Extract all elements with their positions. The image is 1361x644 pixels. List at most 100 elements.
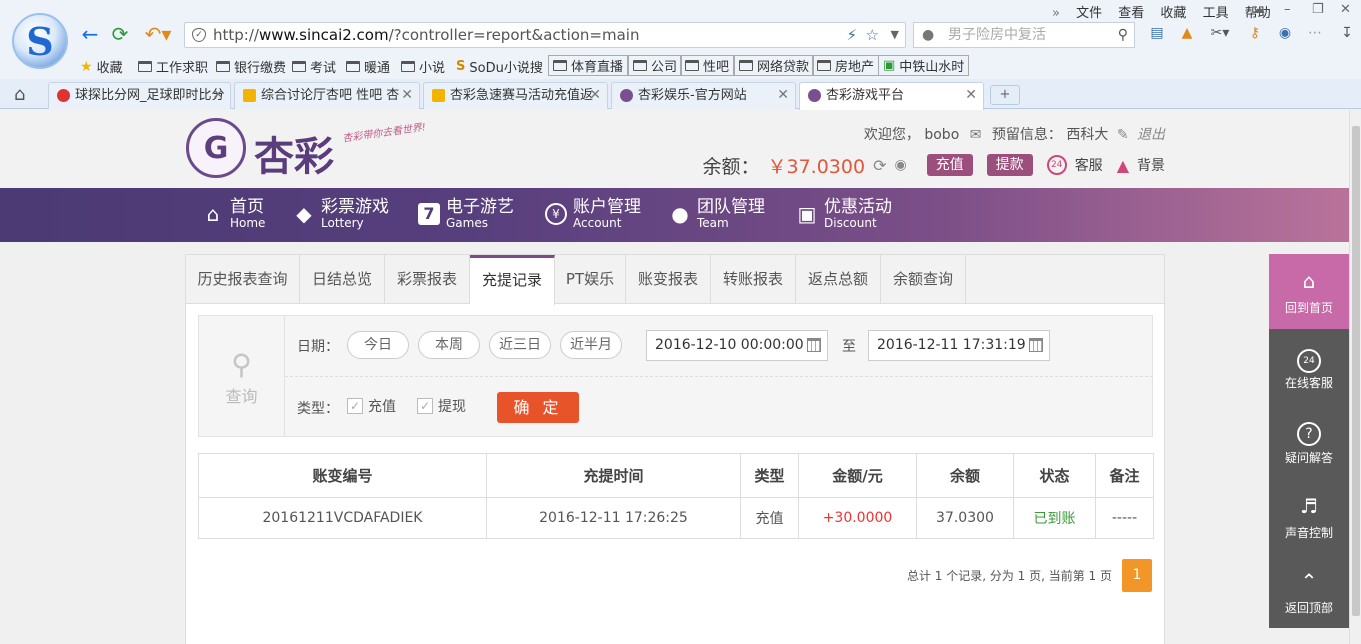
camera-icon[interactable]: ◉ — [1276, 25, 1294, 43]
undo-icon[interactable]: ↶▾ — [140, 22, 176, 46]
checkbox-icon[interactable]: ✓ — [347, 398, 363, 414]
sidebar-home[interactable]: ⌂ 回到首页 — [1269, 254, 1349, 329]
service-icon[interactable]: 24 — [1046, 155, 1067, 175]
address-bar[interactable]: ✓ http://www.sincai2.com/?controller=rep… — [184, 22, 906, 48]
page-scrollbar[interactable] — [1349, 110, 1361, 644]
start-date-input[interactable]: 2016-12-10 00:00:00 — [646, 330, 828, 361]
shirt-icon[interactable]: ▲ — [1117, 156, 1129, 175]
skin-icon[interactable]: ☁ — [1252, 2, 1265, 17]
withdraw-button[interactable]: 提款 — [986, 154, 1033, 176]
sidebar-sound[interactable]: ♬ 声音控制 — [1269, 479, 1349, 554]
tab-item[interactable]: 杏彩娱乐-官方网站 ✕ — [611, 82, 796, 109]
edit-icon[interactable]: ✎ — [1117, 127, 1129, 143]
search-input[interactable]: ● 男子险房中复活 ⚲ — [913, 22, 1135, 48]
bookmark-folder[interactable]: 公司 — [628, 55, 683, 76]
menu-tools[interactable]: 工具 — [1203, 6, 1229, 21]
tab-balance-query[interactable]: 余额查询 — [881, 255, 966, 304]
calendar-icon[interactable] — [807, 338, 821, 352]
quick-halfmonth-button[interactable]: 近半月 — [560, 331, 622, 359]
tab-balance-change[interactable]: 账变报表 — [626, 255, 711, 304]
bookmark-folder[interactable]: 性吧 — [680, 55, 735, 76]
tab-item-active[interactable]: 杏彩游戏平台 ✕ — [799, 82, 984, 110]
mail-icon[interactable]: ✉ — [970, 127, 982, 143]
tab-lottery-report[interactable]: 彩票报表 — [385, 255, 470, 304]
key-icon[interactable]: ⚷ — [1246, 25, 1264, 43]
bookmark-folder[interactable]: 考试 — [292, 57, 336, 76]
checkbox-icon[interactable]: ✓ — [417, 398, 433, 414]
deposit-button[interactable]: 充值 — [926, 154, 973, 176]
sidebar-top[interactable]: ⌃ 返回顶部 — [1269, 554, 1349, 629]
quick-3days-button[interactable]: 近三日 — [489, 331, 551, 359]
menu-view[interactable]: 查看 — [1118, 6, 1144, 21]
tab-item[interactable]: 球探比分网_足球即时比分 ✕ — [48, 82, 231, 109]
nav-games[interactable]: 7 电子游艺 Games — [418, 198, 514, 230]
close-window-icon[interactable]: ✕ — [1340, 2, 1351, 17]
nav-home[interactable]: ⌂ 首页 Home — [202, 198, 266, 230]
bookmark-folder[interactable]: 暖通 — [346, 57, 390, 76]
tab-daily-overview[interactable]: 日结总览 — [300, 255, 385, 304]
scissors-icon[interactable]: ✂▾ — [1206, 25, 1234, 43]
bookmark-folder[interactable]: 体育直播 — [548, 55, 629, 76]
tab-history-report[interactable]: 历史报表查询 — [186, 255, 300, 304]
bookmark-zhongtie[interactable]: ▣ 中铁山水时 — [878, 55, 970, 76]
quick-week-button[interactable]: 本周 — [418, 331, 480, 359]
browser-logo-icon[interactable]: S — [12, 13, 68, 69]
bookmark-sodu[interactable]: S SoDu小说搜 — [456, 57, 543, 76]
bookmark-folder[interactable]: 小说 — [401, 57, 445, 76]
reader-icon[interactable]: ▤ — [1148, 25, 1166, 43]
tab-close-icon[interactable]: ✕ — [589, 83, 601, 108]
tab-transfer-report[interactable]: 转账报表 — [711, 255, 796, 304]
search-icon[interactable]: ⚲ — [1118, 23, 1128, 47]
more-tools-icon[interactable]: ⋯ — [1306, 25, 1324, 43]
logout-link[interactable]: 退出 — [1137, 127, 1165, 143]
confirm-button[interactable]: 确 定 — [497, 392, 579, 423]
brand-logo-icon[interactable]: G — [186, 118, 246, 178]
type-deposit-checkbox[interactable]: ✓ 充值 — [347, 396, 396, 416]
scrollbar-thumb[interactable] — [1352, 126, 1360, 616]
new-tab-icon[interactable]: + — [990, 85, 1020, 105]
lightning-icon[interactable]: ⚡ — [846, 23, 857, 47]
bookmark-folder[interactable]: 房地产 — [812, 55, 880, 76]
tab-item[interactable]: 综合讨论厅杏吧 性吧 杏 ✕ — [234, 82, 420, 109]
bookmark-favorites[interactable]: ★ 收藏 — [80, 57, 123, 77]
star-icon[interactable]: ☆ — [866, 23, 879, 47]
download-icon[interactable]: ↧ — [1338, 25, 1356, 43]
type-withdraw-checkbox[interactable]: ✓ 提现 — [417, 396, 466, 416]
bookmark-tool-icon[interactable]: ▲ — [1178, 25, 1196, 43]
calendar-icon[interactable] — [1029, 338, 1043, 352]
restore-icon[interactable]: ❐ — [1312, 2, 1324, 17]
minimize-icon[interactable]: – — [1284, 2, 1291, 17]
menu-file[interactable]: 文件 — [1076, 6, 1102, 21]
tab-close-icon[interactable]: ✕ — [401, 83, 413, 108]
menu-favorites[interactable]: 收藏 — [1160, 6, 1186, 21]
background-link[interactable]: 背景 — [1137, 155, 1165, 175]
nav-account[interactable]: ¥ 账户管理 Account — [545, 198, 641, 230]
dropdown-arrow-icon[interactable]: ▼ — [891, 23, 899, 47]
refresh-icon[interactable]: ⟳ — [108, 22, 132, 46]
tab-close-icon[interactable]: ✕ — [777, 83, 789, 108]
tab-deposit-withdraw[interactable]: 充提记录 — [470, 255, 555, 305]
bookmark-folder[interactable]: 银行缴费 — [216, 57, 286, 76]
tab-close-icon[interactable]: ✕ — [212, 83, 224, 108]
nav-discount[interactable]: ▣ 优惠活动 Discount — [796, 198, 892, 230]
sidebar-faq[interactable]: ? 疑问解答 — [1269, 404, 1349, 479]
tab-pt[interactable]: PT娱乐 — [555, 255, 626, 304]
sidebar-service[interactable]: 24 在线客服 — [1269, 329, 1349, 404]
nav-lottery[interactable]: ◆ 彩票游戏 Lottery — [293, 198, 389, 230]
tab-rebate-total[interactable]: 返点总额 — [796, 255, 881, 304]
bookmark-folder[interactable]: 网络贷款 — [734, 55, 815, 76]
tab-close-icon[interactable]: ✕ — [965, 83, 977, 108]
back-arrow-icon[interactable]: ← — [78, 22, 102, 46]
nav-team[interactable]: ● 团队管理 Team — [669, 198, 765, 230]
quick-today-button[interactable]: 今日 — [347, 331, 409, 359]
end-date-input[interactable]: 2016-12-11 17:31:19 — [868, 330, 1050, 361]
service-link[interactable]: 客服 — [1075, 155, 1103, 175]
home-icon[interactable]: ⌂ — [14, 84, 25, 105]
bookmark-folder[interactable]: 工作求职 — [138, 57, 208, 76]
refresh-balance-icon[interactable]: ⟳ — [873, 156, 886, 175]
to-top-icon: ⌃ — [1300, 569, 1318, 593]
hide-balance-icon[interactable]: ◉ — [894, 157, 906, 173]
page-button-current[interactable]: 1 — [1122, 559, 1152, 592]
expand-icon[interactable]: » — [1052, 6, 1060, 21]
tab-item[interactable]: 杏彩急速赛马活动充值返 ✕ — [423, 82, 608, 109]
